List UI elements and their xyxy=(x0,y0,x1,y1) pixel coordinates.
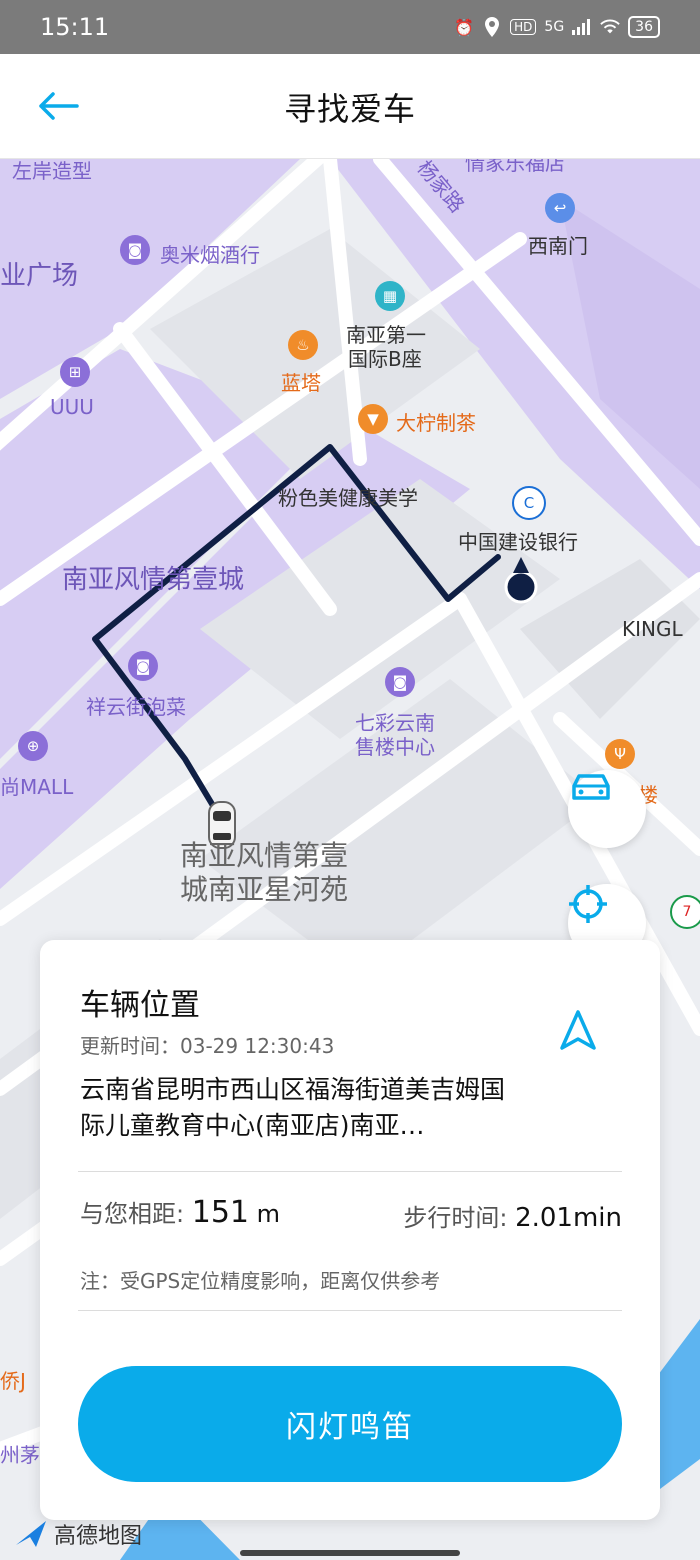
poi-label: 蓝塔 xyxy=(281,371,321,395)
poi-label: 左岸造型 xyxy=(12,159,92,183)
poi-label: 尚MALL xyxy=(0,775,74,799)
hd-icon: HD xyxy=(510,19,537,35)
battery-indicator: 36 xyxy=(628,16,660,38)
navigate-button[interactable] xyxy=(556,1008,600,1052)
vehicle-info-card: 车辆位置 更新时间：03-29 12:30:43 云南省昆明市西山区福海街道美吉… xyxy=(40,940,660,1520)
page-title: 寻找爱车 xyxy=(283,90,416,128)
signal-icon xyxy=(572,17,592,37)
car-icon xyxy=(572,774,610,800)
distance-unit: m xyxy=(256,1200,281,1228)
card-title: 车辆位置 xyxy=(80,988,200,1023)
amap-logo: 高德地图 xyxy=(14,1518,142,1550)
status-time: 15:11 xyxy=(40,13,110,41)
app-header: 寻找爱车 xyxy=(0,54,700,159)
update-time: 更新时间：03-29 12:30:43 xyxy=(80,1030,334,1059)
district-label: 业广场 xyxy=(0,261,79,291)
walk-time-info: 步行时间: 2.01min xyxy=(403,1198,622,1233)
poi-label: 奥米烟酒行 xyxy=(160,243,260,267)
restaurant-pin-icon[interactable]: ◙ xyxy=(128,651,158,681)
poi-label: 中国建设银行 xyxy=(458,530,578,554)
cart-pin-icon[interactable]: ⊞ xyxy=(60,357,90,387)
icecream-pin-icon[interactable]: ▼ xyxy=(358,404,388,434)
distance-label: 与您相距: xyxy=(80,1200,185,1228)
walk-time-value: 2.01min xyxy=(515,1203,622,1233)
poi-label: 粉色美健康美学 xyxy=(278,486,418,510)
cake-pin-icon[interactable]: ♨ xyxy=(288,330,318,360)
wifi-icon xyxy=(600,17,620,37)
amap-logo-icon xyxy=(16,1521,46,1547)
sales-center-pin-icon[interactable]: ◙ xyxy=(385,667,415,697)
poi-label: 州茅 xyxy=(0,1443,40,1467)
status-icons: ⏰ HD 5G 36 xyxy=(454,16,660,38)
update-time-label: 更新时间： xyxy=(80,1034,180,1058)
bank-pin-icon[interactable]: C xyxy=(512,486,546,520)
destination-label-line2: 城南亚星河苑 xyxy=(180,873,349,906)
logo-text: 高德地图 xyxy=(54,1524,143,1549)
poi-label: 西南门 xyxy=(528,234,588,258)
poi-label: KINGL xyxy=(622,617,683,641)
poi-label: 大柠制茶 xyxy=(396,411,476,435)
district-label: 南亚风情第壹城 xyxy=(62,565,245,595)
distance-value: 151 xyxy=(191,1195,249,1230)
walk-time-label: 步行时间: xyxy=(403,1204,508,1232)
location-icon xyxy=(482,17,502,37)
flash-horn-button[interactable]: 闪灯鸣笛 xyxy=(78,1366,622,1482)
alarm-icon: ⏰ xyxy=(454,17,475,37)
food-pin-icon[interactable]: Ψ xyxy=(605,739,635,769)
poi-label: UUU xyxy=(50,395,94,419)
vehicle-address: 云南省昆明市西山区福海街道美吉姆国际儿童教育中心(南亚店)南亚… xyxy=(80,1075,506,1140)
poi-label: 国际B座 xyxy=(348,347,422,371)
shop-pin-icon[interactable]: ◙ xyxy=(120,235,150,265)
building-pin-icon[interactable]: ▦ xyxy=(375,281,405,311)
network-label: 5G xyxy=(544,19,565,35)
poi-label: 售楼中心 xyxy=(355,735,435,759)
crosshair-icon xyxy=(569,885,607,923)
update-time-value: 03-29 12:30:43 xyxy=(180,1034,335,1058)
navigation-arrow-icon xyxy=(560,1010,596,1050)
convenience-store-pin-icon[interactable]: 7 xyxy=(670,895,700,929)
poi-label: 祥云街泡菜 xyxy=(86,695,186,719)
divider xyxy=(78,1310,622,1311)
locate-car-button[interactable] xyxy=(568,770,646,848)
home-indicator xyxy=(240,1550,460,1556)
gate-pin-icon[interactable]: ↩ xyxy=(545,193,575,223)
poi-label: 情家乐福店 xyxy=(465,159,565,175)
poi-label: 侨J xyxy=(0,1369,26,1393)
accuracy-note: 注：受GPS定位精度影响，距离仅供参考 xyxy=(80,1269,441,1293)
mall-pin-icon[interactable]: ⊕ xyxy=(18,731,48,761)
divider xyxy=(78,1171,622,1172)
destination-label-line1: 南亚风情第壹 xyxy=(180,839,349,872)
status-bar: 15:11 ⏰ HD 5G 36 xyxy=(0,0,700,54)
distance-info: 与您相距: 151 m xyxy=(80,1194,280,1230)
